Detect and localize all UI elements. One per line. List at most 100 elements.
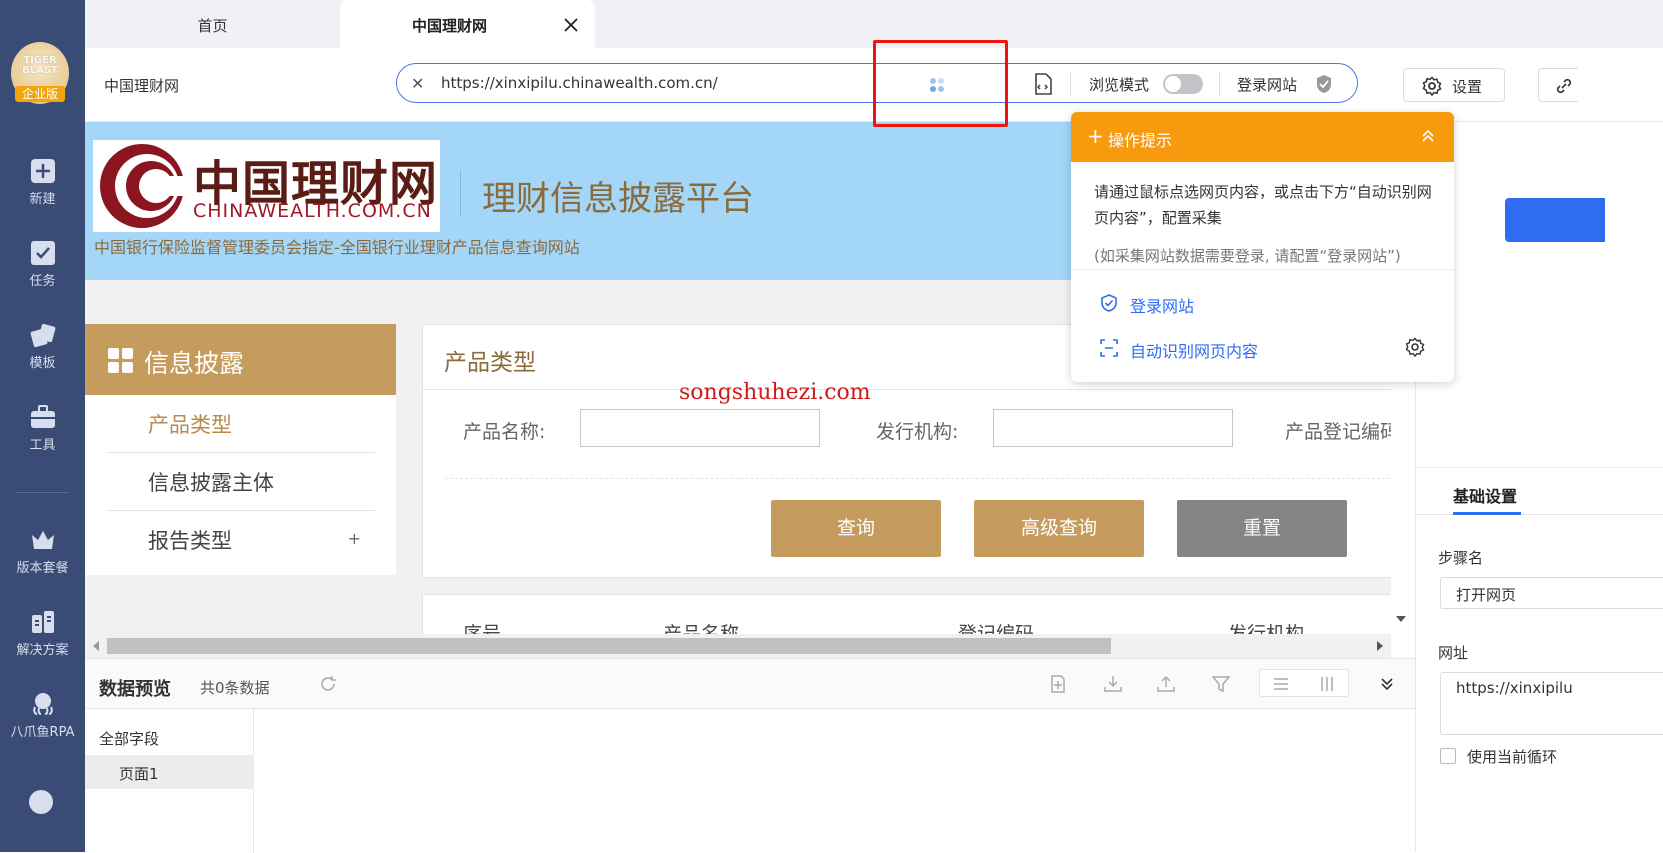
- list-view-icon[interactable]: [1272, 675, 1290, 693]
- add-field-icon[interactable]: [1047, 673, 1069, 695]
- app-logo[interactable]: TIGER BLAST 企业版: [11, 42, 69, 104]
- refresh-icon[interactable]: [317, 673, 339, 695]
- sidebar: TIGER BLAST 企业版 新建 任务 模板 工具 版本套餐 解决方案 八爪…: [0, 0, 85, 852]
- issuer-input[interactable]: [993, 409, 1233, 447]
- nav-new[interactable]: 新建: [0, 158, 85, 207]
- table-header: 发行机构: [1228, 623, 1305, 634]
- auto-detect-link[interactable]: 自动识别网页内容: [1130, 338, 1258, 362]
- extra-button[interactable]: [1538, 68, 1578, 102]
- tip-header: + 操作提示: [1071, 112, 1454, 162]
- menu-item-label: 产品类型: [148, 413, 232, 437]
- nav-solutions[interactable]: 解决方案: [0, 609, 85, 658]
- product-name-label: 产品名称:: [463, 421, 546, 443]
- scroll-left-arrow[interactable]: [93, 641, 99, 651]
- login-site-button[interactable]: 登录网站: [1237, 74, 1297, 95]
- nav-task[interactable]: 任务: [0, 240, 85, 289]
- advanced-query-button[interactable]: 高级查询: [974, 500, 1144, 557]
- stop-loading-icon[interactable]: ✕: [411, 74, 424, 93]
- nav-plans-label: 版本套餐: [16, 561, 69, 576]
- view-toggle[interactable]: [1259, 669, 1349, 697]
- tip-note: (如采集网站数据需要登录, 请配置“登录网站”): [1094, 247, 1401, 265]
- banner-subtitle: 中国银行保险监督管理委员会指定-全国银行业理财产品信息查询网站: [94, 238, 580, 257]
- tab-home[interactable]: 首页: [125, 0, 300, 48]
- nav-rpa[interactable]: 八爪鱼RPA: [0, 691, 85, 740]
- tab-site-label: 中国理财网: [412, 17, 488, 35]
- logo-en-text: CHINAWEALTH.COM.CN: [193, 200, 432, 222]
- menu-title: 信息披露: [144, 349, 245, 378]
- left-menu: 信息披露 产品类型 信息披露主体 报告类型 +: [85, 324, 396, 575]
- edition-badge: 企业版: [15, 86, 65, 102]
- menu-header[interactable]: 信息披露: [85, 324, 396, 395]
- nav-plans[interactable]: 版本套餐: [0, 527, 85, 576]
- toolbox-icon: [30, 405, 55, 428]
- plus-icon: +: [1087, 124, 1104, 148]
- filter-icon[interactable]: [1210, 673, 1232, 695]
- preview-title: 数据预览: [99, 679, 171, 700]
- logo-text: TIGER BLAST: [22, 55, 58, 76]
- toggle-knob: [1165, 76, 1181, 92]
- column-view-icon[interactable]: [1318, 675, 1336, 693]
- octopus-rpa-icon: [32, 693, 53, 715]
- step-name-label: 步骤名: [1438, 549, 1484, 567]
- page-item[interactable]: 页面1: [85, 755, 254, 789]
- horizontal-scrollbar[interactable]: [85, 634, 1391, 658]
- nav-task-label: 任务: [29, 274, 56, 289]
- chevron-double-up-icon[interactable]: [1420, 128, 1436, 144]
- scrollbar-thumb[interactable]: [107, 638, 1111, 654]
- page-source-icon[interactable]: [1033, 73, 1053, 95]
- divider: [445, 478, 1391, 479]
- sidebar-divider: [16, 492, 69, 493]
- download-icon[interactable]: [1102, 673, 1124, 695]
- primary-action-button[interactable]: [1505, 198, 1605, 242]
- expand-plus-icon[interactable]: +: [348, 529, 361, 548]
- scroll-right-arrow[interactable]: [1377, 641, 1383, 651]
- gear-icon: [1422, 76, 1442, 96]
- use-loop-checkbox[interactable]: [1440, 748, 1456, 764]
- banner-divider: [460, 170, 461, 216]
- panel-title: 产品类型: [444, 350, 536, 376]
- table-header: 序号: [463, 623, 502, 634]
- url-text[interactable]: https://xinxipilu.chinawealth.com.cn/: [441, 74, 718, 92]
- chinawealth-logo[interactable]: 中国理财网 CHINAWEALTH.COM.CN: [93, 140, 440, 232]
- chevron-double-down-icon[interactable]: [1376, 673, 1398, 695]
- highlight-box: [873, 40, 1008, 127]
- menu-item-label: 报告类型: [148, 529, 232, 553]
- divider: [1070, 73, 1071, 95]
- nav-template-label: 模板: [29, 356, 56, 371]
- url-label: 网址: [1438, 644, 1469, 662]
- grid-icon: [108, 348, 133, 373]
- solution-icon: [31, 611, 54, 633]
- user-avatar[interactable]: [29, 790, 53, 814]
- step-name-input[interactable]: 打开网页: [1440, 577, 1663, 609]
- shield-check-icon: [1317, 75, 1331, 93]
- registration-code-label: 产品登记编码: [1285, 421, 1391, 443]
- close-icon[interactable]: [563, 17, 579, 33]
- nav-tools[interactable]: 工具: [0, 404, 85, 453]
- issuer-label: 发行机构:: [876, 421, 959, 443]
- menu-item-product-type[interactable]: 产品类型: [107, 395, 375, 453]
- plus-square-icon: [30, 159, 55, 183]
- reset-button[interactable]: 重置: [1177, 500, 1347, 557]
- platform-title: 理财信息披露平台: [482, 179, 754, 219]
- menu-item-disclosure-entity[interactable]: 信息披露主体: [107, 453, 375, 511]
- active-tab-underline: [1453, 512, 1521, 515]
- step-name-value: 打开网页: [1456, 586, 1517, 604]
- settings-button[interactable]: 设置: [1403, 68, 1505, 102]
- nav-template[interactable]: 模板: [0, 322, 85, 371]
- tab-site[interactable]: 中国理财网: [340, 0, 595, 48]
- menu-item-report-type[interactable]: 报告类型 +: [107, 511, 375, 569]
- tab-basic-settings[interactable]: 基础设置: [1453, 483, 1517, 507]
- url-textarea[interactable]: https://xinxipilu: [1440, 672, 1663, 735]
- divider: [1071, 269, 1454, 270]
- record-count: 共0条数据: [200, 679, 270, 697]
- operation-tip-popup: + 操作提示 请通过鼠标点选网页内容，或点击下方“自动识别网页内容”，配置采集 …: [1071, 112, 1454, 382]
- scroll-down-arrow[interactable]: [1396, 616, 1406, 622]
- gear-icon[interactable]: [1405, 337, 1425, 357]
- login-site-link[interactable]: 登录网站: [1130, 293, 1194, 317]
- template-icon: [30, 323, 55, 348]
- query-button[interactable]: 查询: [771, 500, 941, 557]
- browse-mode-toggle[interactable]: [1163, 74, 1203, 94]
- all-fields-item[interactable]: 全部字段: [99, 728, 159, 749]
- upload-icon[interactable]: [1155, 673, 1177, 695]
- product-name-input[interactable]: [580, 409, 820, 447]
